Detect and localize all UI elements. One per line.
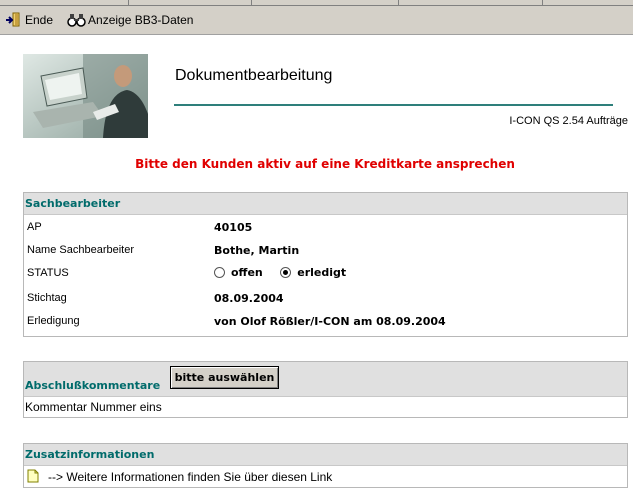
field-value: Bothe, Martin xyxy=(214,243,300,257)
binoculars-icon xyxy=(67,11,86,29)
sachbearbeiter-heading: Sachbearbeiter xyxy=(25,197,121,210)
show-bb3-data-label: Anzeige BB3-Daten xyxy=(88,13,194,27)
radio-erledigt[interactable] xyxy=(280,266,292,278)
version-label: I-CON QS 2.54 Aufträge xyxy=(509,115,628,127)
table-row: Name Sachbearbeiter Bothe, Martin xyxy=(24,239,627,261)
field-value: 08.09.2004 xyxy=(214,291,284,305)
sachbearbeiter-panel: Sachbearbeiter AP 40105 Name Sachbearbei… xyxy=(23,192,628,337)
toolbar: Ende Anzeige BB3-Daten xyxy=(0,6,633,35)
show-bb3-data-button[interactable]: Anzeige BB3-Daten xyxy=(63,9,197,31)
zusatz-heading: Zusatzinformationen xyxy=(25,448,155,461)
exit-button-label: Ende xyxy=(25,13,54,27)
status-option-open[interactable]: offen xyxy=(214,266,263,279)
field-value: von Olof Rößler/I-CON am 08.09.2004 xyxy=(214,314,446,328)
table-row: Erledigung von Olof Rößler/I-CON am 08.0… xyxy=(24,311,627,331)
exit-button[interactable]: Ende xyxy=(0,9,57,31)
page-title: Dokumentbearbeitung xyxy=(175,67,333,84)
zusatz-panel: Zusatzinformationen --> Weitere Informat… xyxy=(23,443,628,488)
abschluss-heading: Abschlußkommentare xyxy=(25,379,161,392)
abschluss-header: Abschlußkommentare bitte auswählen xyxy=(24,362,627,397)
exit-door-icon xyxy=(4,11,22,29)
table-row: STATUS offen erledigt xyxy=(24,261,627,285)
radio-label-erledigt: erledigt xyxy=(297,265,347,279)
radio-offen[interactable] xyxy=(214,266,225,278)
field-label: Name Sachbearbeiter xyxy=(27,244,135,256)
abschluss-panel: Abschlußkommentare bitte auswählen Komme… xyxy=(23,361,628,418)
table-row: Stichtag 08.09.2004 xyxy=(24,285,627,311)
status-radio-group: offen erledigt xyxy=(214,266,360,281)
title-divider xyxy=(174,104,613,106)
document-icon xyxy=(27,469,39,486)
sachbearbeiter-header: Sachbearbeiter xyxy=(24,193,627,215)
select-comment-button[interactable]: bitte auswählen xyxy=(170,366,279,389)
zusatz-header: Zusatzinformationen xyxy=(24,444,627,466)
table-row: AP 40105 xyxy=(24,215,627,239)
field-label: STATUS xyxy=(27,267,69,279)
comment-text: Kommentar Nummer eins xyxy=(25,400,162,414)
radio-label-offen: offen xyxy=(231,265,263,279)
status-option-done[interactable]: erledigt xyxy=(280,266,346,279)
warning-message: Bitte den Kunden aktiv auf eine Kreditka… xyxy=(135,157,515,171)
info-link[interactable]: --> Weitere Informationen finden Sie übe… xyxy=(47,470,332,484)
field-label: AP xyxy=(27,221,42,233)
header-photo xyxy=(23,54,148,138)
info-link-row[interactable]: --> Weitere Informationen finden Sie übe… xyxy=(24,466,627,487)
field-value: 40105 xyxy=(214,220,253,234)
field-label: Stichtag xyxy=(27,292,67,304)
field-label: Erledigung xyxy=(27,315,80,327)
